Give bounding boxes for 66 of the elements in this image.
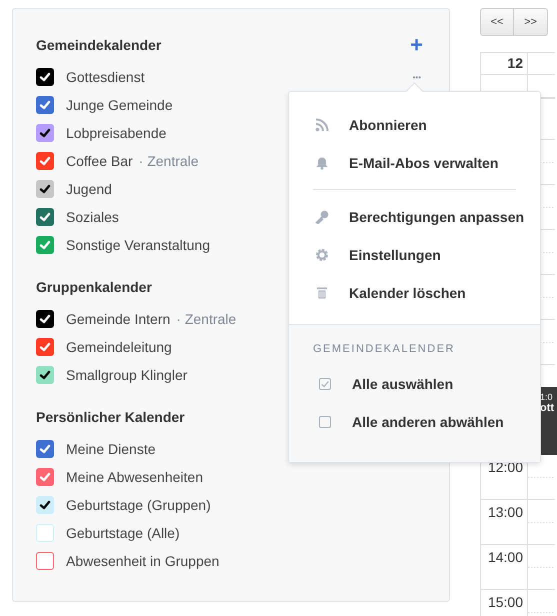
section-title: Persönlicher Kalender	[36, 409, 185, 425]
calendar-name: Meine Dienste	[66, 441, 156, 457]
section-title: Gemeindekalender	[36, 37, 162, 53]
rss-icon	[315, 118, 329, 132]
check-icon	[39, 471, 51, 483]
hour-label: 13:00	[488, 504, 523, 520]
calendar-name: Abwesenheit in Gruppen	[66, 553, 220, 569]
calendar-checkbox[interactable]	[36, 338, 54, 356]
check-icon	[39, 443, 51, 455]
calendar-location: · Zentrale	[138, 153, 199, 169]
calendar-checkbox[interactable]	[36, 440, 54, 458]
calendar-checkbox[interactable]	[36, 124, 54, 142]
check-icon	[39, 239, 51, 251]
check-icon	[39, 99, 51, 111]
menu-item[interactable]: Abonnieren	[289, 106, 540, 144]
calendar-name: Junge Gemeinde	[66, 97, 173, 113]
calendar-checkbox[interactable]	[36, 68, 54, 86]
bell-icon	[315, 156, 329, 170]
calendar-name: Gemeinde Intern	[66, 311, 170, 327]
menu-item[interactable]: E-Mail-Abos verwalten	[289, 144, 540, 182]
menu-item[interactable]: Kalender löschen	[289, 274, 540, 312]
calendar-checkbox[interactable]	[36, 552, 54, 570]
calendar-name: Meine Abwesenheiten	[66, 469, 203, 485]
hour-label: 15:00	[488, 594, 523, 610]
key-icon	[315, 210, 329, 224]
check-icon	[39, 313, 51, 325]
calendar-name: Geburtstage (Alle)	[66, 525, 180, 541]
calendar-name: Lobpreisabende	[66, 125, 166, 141]
check-icon	[39, 211, 51, 223]
section-title: Gruppenkalender	[36, 279, 152, 295]
menu-item[interactable]: Berechtigungen anpassen	[289, 198, 540, 236]
check-icon	[39, 71, 51, 83]
calendar-checkbox[interactable]	[36, 468, 54, 486]
next-button[interactable]: >>	[514, 8, 548, 36]
trash-icon	[315, 286, 329, 300]
calendar-checkbox[interactable]	[36, 208, 54, 226]
calendar-name: Smallgroup Klingler	[66, 367, 188, 383]
event-title: ott	[540, 402, 556, 414]
menu-item[interactable]: Alle anderen abwählen	[289, 403, 540, 441]
previous-button[interactable]: <<	[480, 8, 514, 36]
hour-label: 14:00	[488, 549, 523, 565]
check-icon	[39, 499, 51, 511]
calendar-checkbox[interactable]	[36, 236, 54, 254]
calendar-name: Geburtstage (Gruppen)	[66, 497, 211, 513]
calendar-name: Coffee Bar	[66, 153, 133, 169]
menu-item[interactable]: Einstellungen	[289, 236, 540, 274]
settings-icon	[315, 248, 329, 262]
calendar-checkbox[interactable]	[36, 310, 54, 328]
calendar-name: Sonstige Veranstaltung	[66, 237, 210, 253]
calendar-name: Gottesdienst	[66, 69, 145, 85]
calendar-location: · Zentrale	[176, 311, 236, 327]
calendar-checkbox[interactable]	[36, 96, 54, 114]
day-number: 12	[507, 55, 523, 71]
calendar-name: Soziales	[66, 209, 119, 225]
menu-section-title: GEMEINDEKALENDER	[312, 343, 456, 355]
add-button[interactable]: +	[408, 35, 425, 55]
check-icon	[39, 341, 51, 353]
menu-item[interactable]: Alle auswählen	[289, 365, 540, 403]
calendar-name: Jugend	[66, 181, 112, 197]
check-icon	[39, 183, 51, 195]
check-icon	[39, 127, 51, 139]
check-icon	[39, 155, 51, 167]
calendar-name: Gemeindeleitung	[66, 339, 172, 355]
check-icon	[39, 369, 51, 381]
calendar-checkbox[interactable]	[36, 152, 54, 170]
event-time: 1:0	[540, 392, 554, 402]
